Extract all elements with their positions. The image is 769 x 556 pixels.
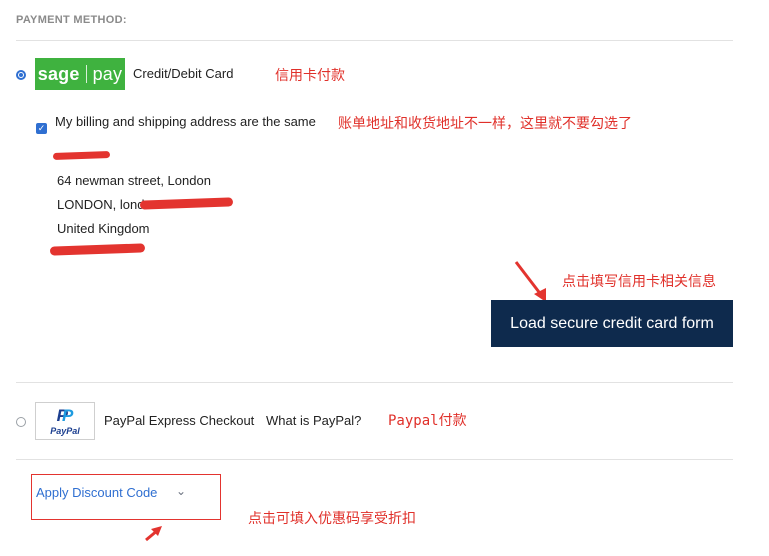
address-line-1: 64 newman street, London bbox=[57, 173, 211, 188]
annotation-arrow-icon bbox=[145, 526, 162, 542]
sagepay-label[interactable]: Credit/Debit Card bbox=[133, 66, 233, 81]
annotation-load-button: 点击填写信用卡相关信息 bbox=[562, 274, 716, 290]
billing-same-label[interactable]: My billing and shipping address are the … bbox=[55, 114, 316, 129]
divider bbox=[16, 459, 733, 460]
redaction-scribble bbox=[52, 151, 111, 160]
chevron-down-icon[interactable]: ⌄ bbox=[176, 484, 186, 498]
paypal-logo: PP PayPal bbox=[35, 402, 95, 440]
paypal-radio[interactable] bbox=[16, 417, 26, 427]
logo-separator bbox=[85, 65, 87, 83]
address-line-3: United Kingdom bbox=[57, 221, 150, 236]
divider bbox=[16, 40, 733, 41]
annotation-billing: 账单地址和收货地址不一样，这里就不要勾选了 bbox=[338, 116, 632, 132]
annotation-arrow-icon bbox=[514, 261, 546, 302]
annotation-discount: 点击可填入优惠码享受折扣 bbox=[248, 511, 416, 527]
annotation-paypal: Paypal付款 bbox=[388, 413, 467, 429]
divider bbox=[16, 382, 733, 383]
redaction-scribble bbox=[139, 197, 234, 210]
apply-discount-link[interactable]: Apply Discount Code bbox=[36, 485, 157, 500]
annotation-sagepay: 信用卡付款 bbox=[275, 68, 345, 84]
paypal-label[interactable]: PayPal Express Checkout bbox=[104, 413, 254, 428]
paypal-logo-text: PayPal bbox=[50, 425, 80, 436]
load-card-form-button[interactable]: Load secure credit card form bbox=[491, 300, 733, 347]
what-is-paypal-link[interactable]: What is PayPal? bbox=[266, 413, 361, 428]
redaction-scribble bbox=[49, 243, 146, 256]
section-title: PAYMENT METHOD: bbox=[16, 14, 127, 26]
sagepay-logo-right: pay bbox=[92, 63, 123, 84]
billing-same-checkbox[interactable]: ✓ bbox=[36, 123, 47, 134]
paypal-p-icon: PP bbox=[56, 405, 74, 425]
sagepay-logo-left: sage bbox=[37, 63, 80, 84]
sagepay-radio[interactable] bbox=[16, 70, 26, 80]
address-line-2: LONDON, lond bbox=[57, 197, 145, 212]
sagepay-logo: sage pay bbox=[35, 58, 125, 90]
